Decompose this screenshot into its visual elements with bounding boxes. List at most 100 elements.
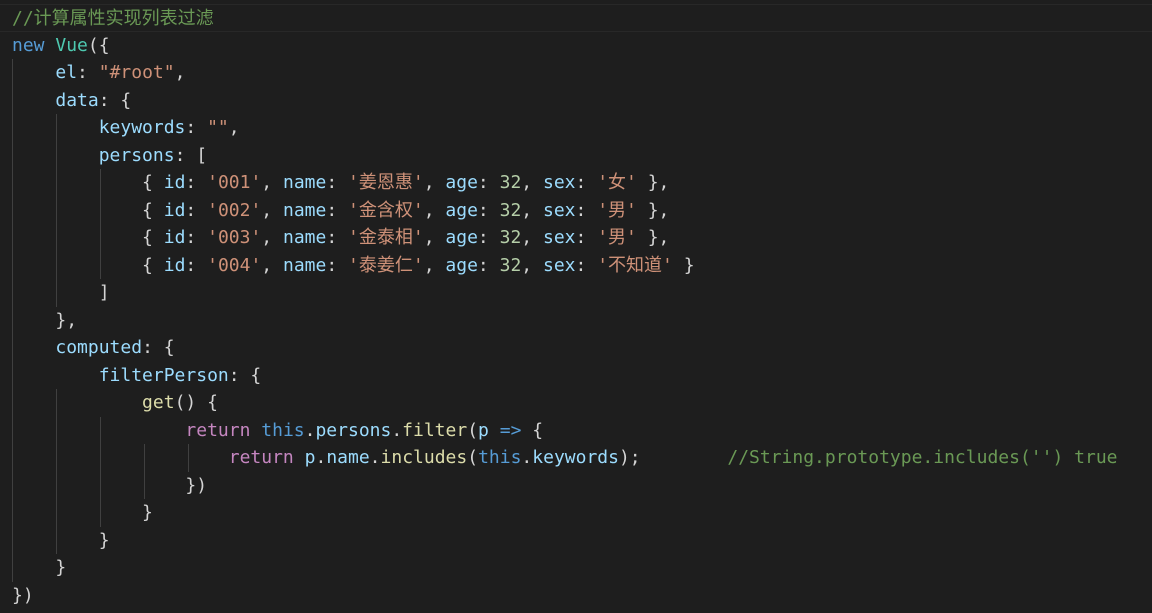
code-token: '001' [207, 172, 262, 193]
code-line[interactable]: get() { [12, 389, 218, 417]
code-token: : [477, 172, 500, 193]
code-line[interactable]: computed: { [12, 334, 174, 362]
code-token: return [228, 447, 294, 468]
code-token: id [163, 172, 186, 193]
code-token: : [326, 254, 349, 276]
code-token: age [445, 254, 478, 276]
code-token: 32 [499, 172, 522, 193]
code-token: age [445, 199, 478, 221]
code-editor[interactable]: //计算属性实现列表过滤 new Vue({ el: "#root", data:… [0, 0, 1152, 613]
code-token: '003' [207, 227, 262, 248]
code-line[interactable]: data: { [12, 87, 131, 115]
code-token: '姜恩惠' [348, 172, 424, 193]
code-token: name [326, 447, 370, 468]
code-line[interactable]: ] [12, 279, 110, 307]
code-token: : [326, 172, 349, 193]
code-line[interactable]: }) [12, 472, 207, 500]
code-token: { [142, 227, 164, 248]
code-token: persons [98, 144, 175, 166]
code-token: '金含权' [348, 199, 424, 221]
code-token: . [369, 447, 381, 468]
code-token: : [575, 227, 598, 248]
code-token: , [174, 62, 186, 83]
code-line[interactable]: }) [12, 582, 34, 610]
code-line[interactable]: { id: '004', name: '泰姜仁', age: 32, sex: … [12, 252, 695, 280]
code-line[interactable]: persons: [ [12, 142, 207, 170]
code-token: sex [542, 172, 576, 193]
code-line[interactable]: filterPerson: { [12, 362, 262, 390]
code-token: "" [207, 117, 229, 138]
code-token: } [142, 502, 153, 523]
code-token: '金泰相' [348, 227, 424, 248]
code-line[interactable]: { id: '003', name: '金泰相', age: 32, sex: … [12, 224, 669, 252]
code-token: } [672, 254, 695, 276]
code-token: name [282, 172, 327, 193]
code-token: el [55, 62, 78, 83]
code-token: . [304, 419, 316, 441]
code-line[interactable]: }, [12, 307, 77, 335]
code-token: : [477, 199, 500, 221]
code-token: return [185, 419, 251, 441]
code-token: name [282, 227, 327, 248]
code-token: age [445, 172, 478, 193]
code-token: : [185, 199, 208, 221]
code-token: }, [636, 199, 670, 221]
code-line[interactable]: } [12, 499, 153, 527]
code-line[interactable]: } [12, 554, 66, 582]
code-token: , [261, 199, 283, 221]
code-token: '男' [597, 227, 637, 248]
code-token: '002' [207, 199, 262, 221]
code-token: p [478, 419, 489, 441]
code-token: '泰姜仁' [348, 254, 424, 276]
code-token: : [326, 227, 349, 248]
code-token: ] [98, 282, 110, 303]
code-token: sex [542, 227, 576, 248]
code-line[interactable]: keywords: "", [12, 114, 240, 142]
code-line[interactable]: //计算属性实现列表过滤 [0, 4, 1152, 32]
code-token: 32 [499, 199, 522, 221]
code-token: sex [542, 199, 576, 221]
code-token: ( [467, 447, 479, 468]
code-token: , [521, 227, 543, 248]
code-token: }, [636, 227, 670, 248]
code-token: { [142, 254, 164, 276]
code-token: . [315, 447, 327, 468]
code-token: { [142, 199, 164, 221]
code-token: '不知道' [597, 254, 673, 276]
code-line[interactable]: return this.persons.filter(p => { [12, 417, 543, 445]
code-token: this [478, 447, 522, 468]
code-line[interactable]: { id: '001', name: '姜恩惠', age: 32, sex: … [12, 169, 669, 197]
code-token: , [521, 172, 543, 193]
code-line[interactable]: { id: '002', name: '金含权', age: 32, sex: … [12, 197, 669, 225]
code-token: : [185, 227, 208, 248]
code-token: } [98, 529, 110, 551]
code-token: this [261, 419, 305, 441]
code-line[interactable]: return p.name.includes(this.keywords); /… [12, 444, 1118, 472]
code-token: : [185, 172, 208, 193]
code-token: . [521, 447, 533, 468]
code-token: }, [55, 309, 78, 331]
code-token: : [477, 227, 500, 248]
code-token: get [142, 392, 175, 413]
code-token: , [423, 172, 446, 193]
code-line[interactable]: new Vue({ [12, 32, 110, 60]
code-token: { [142, 172, 164, 193]
code-token: : [185, 117, 208, 138]
code-token: => [499, 419, 522, 441]
code-token: keywords [532, 447, 619, 468]
code-line[interactable]: el: "#root", [12, 59, 185, 87]
code-token: , [261, 227, 283, 248]
code-line[interactable]: } [12, 527, 110, 555]
code-token: , [423, 199, 446, 221]
